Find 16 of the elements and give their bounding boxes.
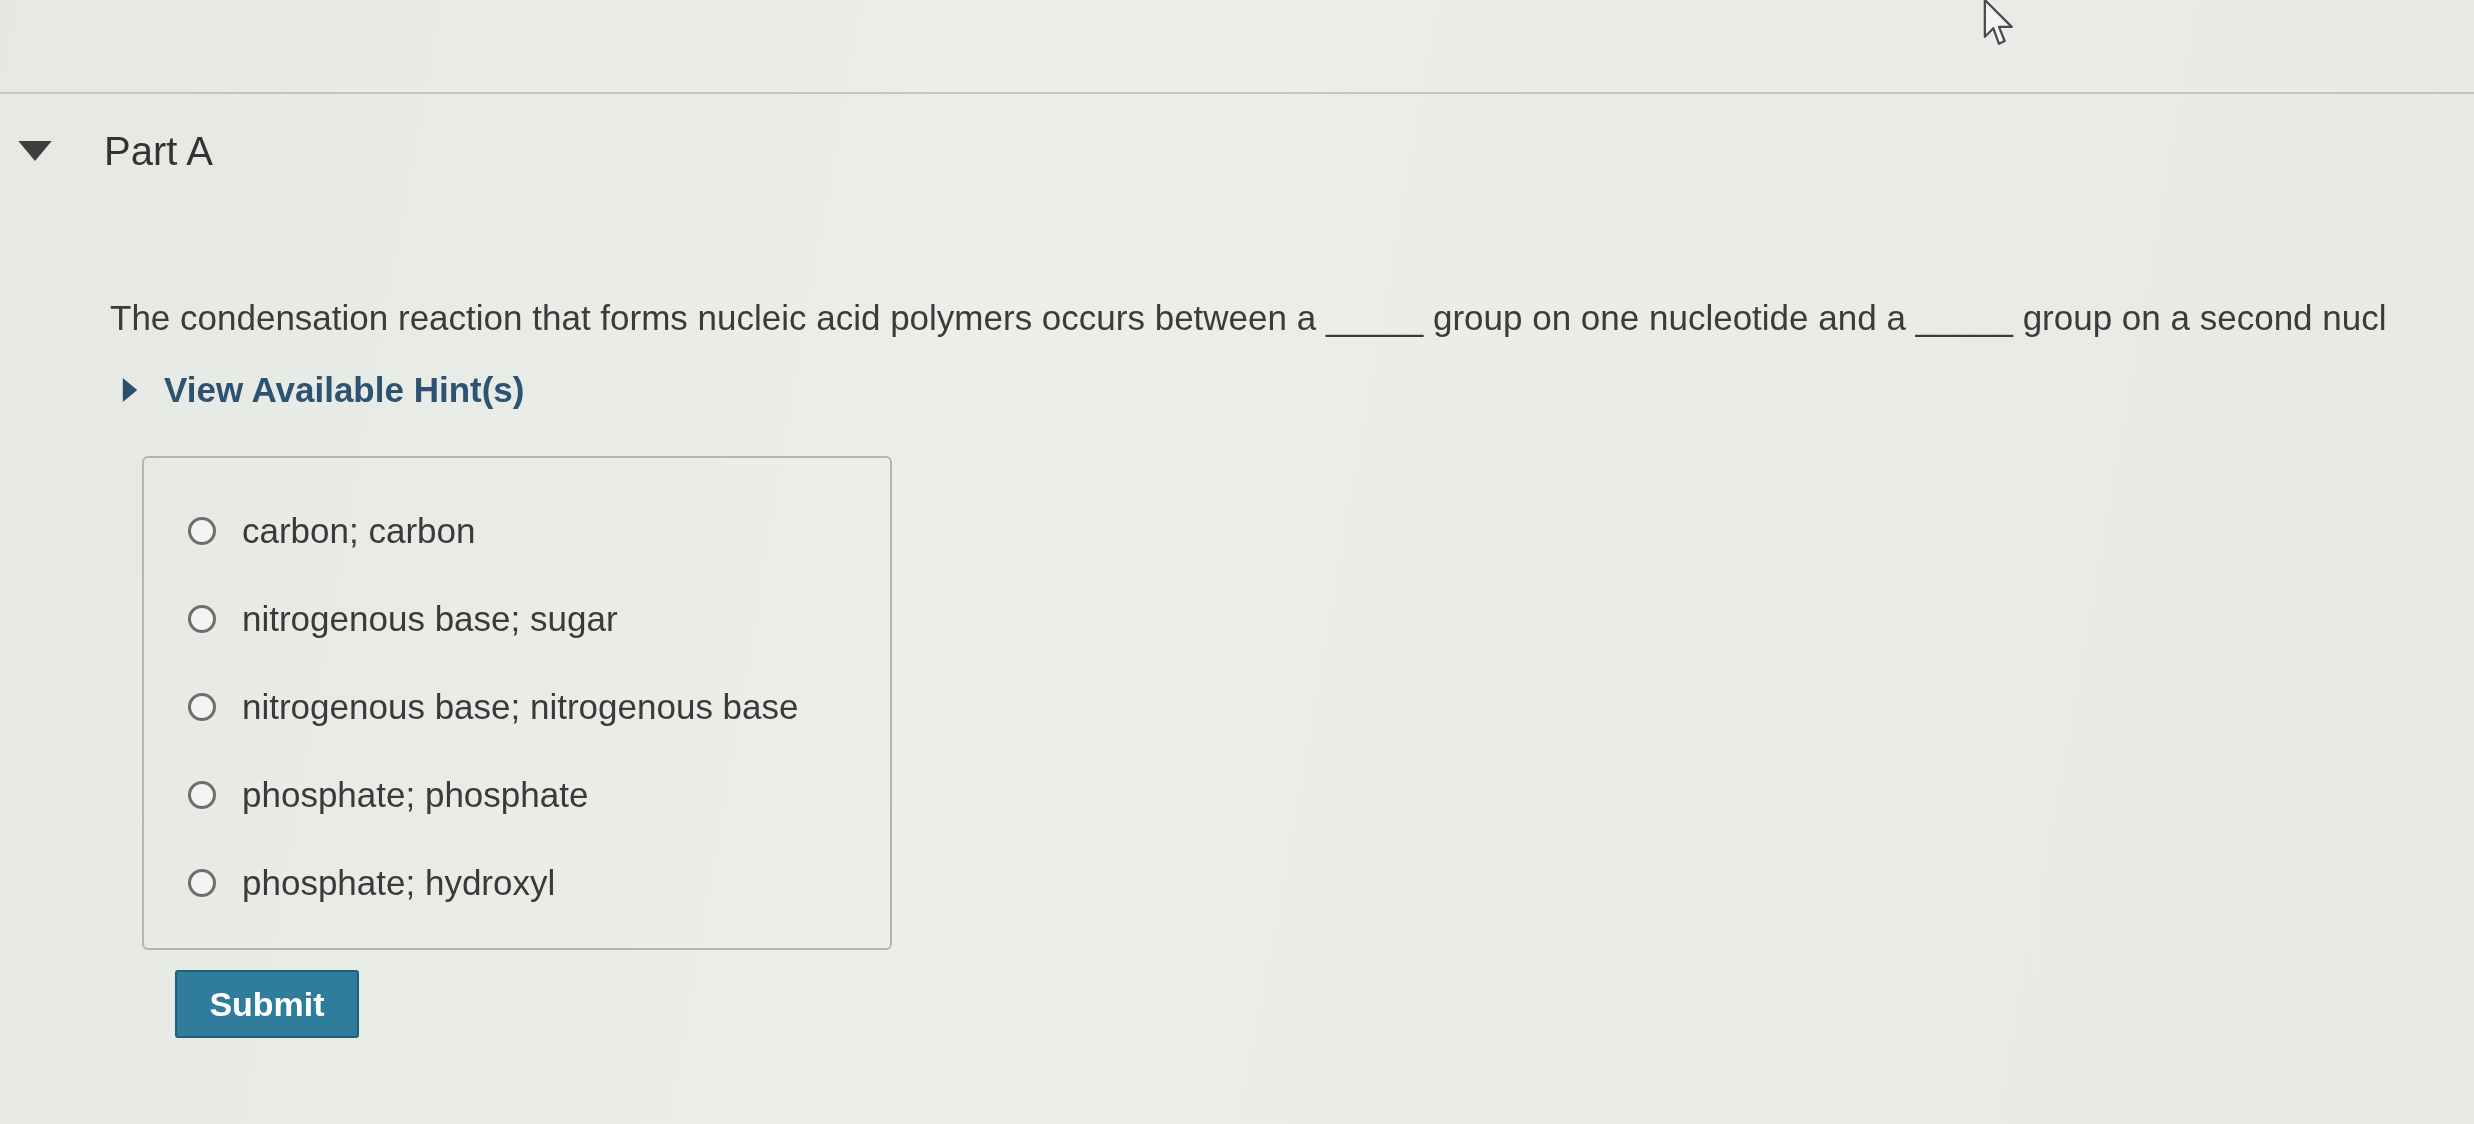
radio-button[interactable] <box>188 693 216 721</box>
submit-button[interactable]: Submit <box>175 970 359 1038</box>
caret-icon[interactable] <box>18 141 52 161</box>
hint-link[interactable]: View Available Hint(s) <box>164 368 525 412</box>
option-label[interactable]: phosphate; phosphate <box>242 773 589 817</box>
option-label[interactable]: nitrogenous base; sugar <box>242 597 618 641</box>
radio-button[interactable] <box>188 517 216 545</box>
option-label[interactable]: phosphate; hydroxyl <box>242 861 556 905</box>
radio-button[interactable] <box>188 781 216 809</box>
option-label[interactable]: nitrogenous base; nitrogenous base <box>242 685 799 729</box>
option-label[interactable]: carbon; carbon <box>242 509 476 553</box>
caret-icon[interactable] <box>122 378 138 402</box>
question-text: The condensation reaction that forms nucleic acid polymers occurs between a _____ group on one nucleotide and a _____ group on a second nucl <box>110 297 2387 339</box>
radio-button[interactable] <box>188 605 216 633</box>
radio-button[interactable] <box>188 869 216 897</box>
part-title: Part A <box>104 128 213 175</box>
